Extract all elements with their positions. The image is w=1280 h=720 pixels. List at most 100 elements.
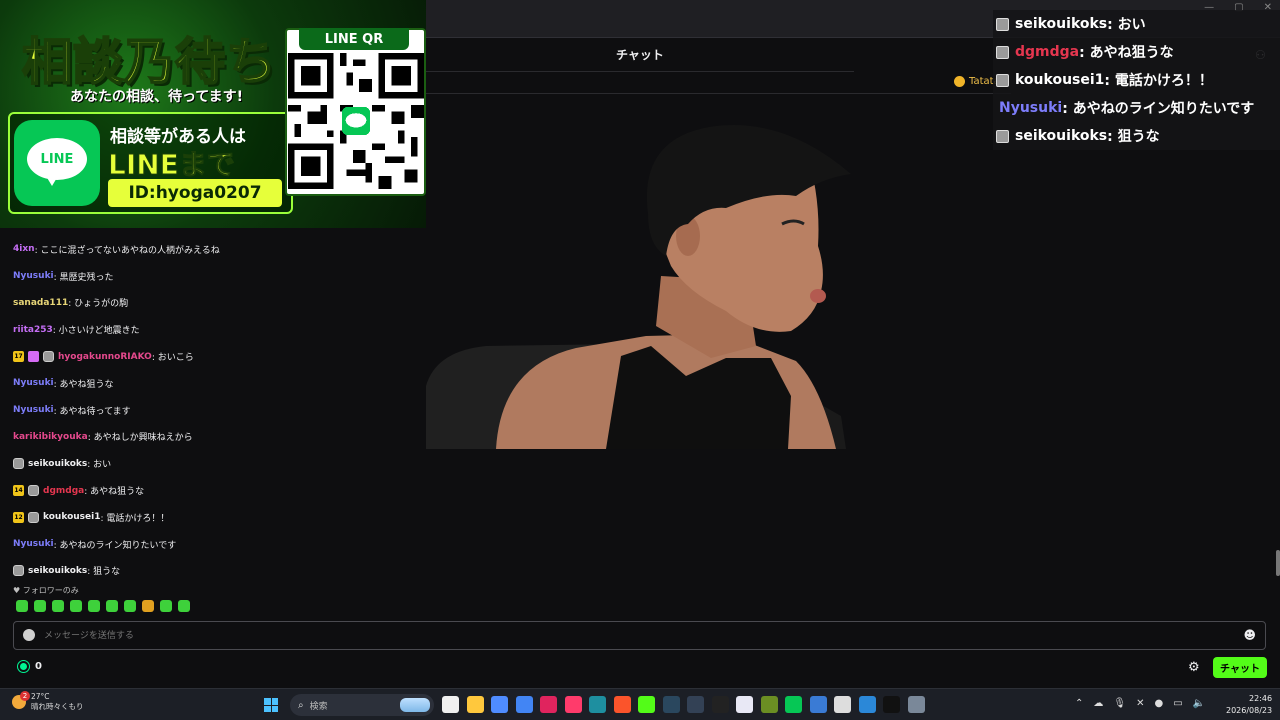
taskbar-app-icon[interactable] xyxy=(613,696,631,713)
emote-icon[interactable] xyxy=(106,600,118,612)
stream-chat-overlay: seikouikoks : おい dgmdga : あやね狙うな koukousei… xyxy=(993,10,1280,150)
promo-subtitle: あなたの相談、待ってます! xyxy=(70,89,243,105)
taskbar-app-icon[interactable] xyxy=(442,696,459,713)
taskbar-app-icon[interactable] xyxy=(540,696,557,713)
chat-username[interactable]: 4ixn xyxy=(13,244,35,254)
chat-message: 12 koukousei1: 電話かけろ！！ xyxy=(13,504,423,531)
chat-text: : おい xyxy=(87,460,112,471)
weather-icon: 2 xyxy=(12,691,30,709)
chat-username[interactable]: dgmdga xyxy=(43,486,84,496)
channel-points[interactable]: 0 xyxy=(18,661,42,672)
taskbar-app-icon[interactable] xyxy=(809,696,827,713)
cloud-icon[interactable]: ☁ xyxy=(1093,698,1103,709)
chat-message: karikibikyouka: あやねしか興味ねえから xyxy=(13,424,423,451)
chat-text: : あやね待ってます xyxy=(53,406,131,417)
overlay-username: seikouikoks xyxy=(1015,128,1108,144)
subscriber-badge-icon: 17 xyxy=(13,351,24,363)
chat-message: Nyusuki: 黒歴史残った xyxy=(13,263,423,290)
promo-line2: LINEまで xyxy=(108,148,236,182)
avatar-badge-icon xyxy=(996,129,1009,143)
taskbar-app-icon[interactable] xyxy=(466,696,484,713)
taskbar-app-icon[interactable] xyxy=(858,696,876,713)
taskbar-search[interactable]: ⌕ 検索 xyxy=(290,694,434,716)
app-tray-icon[interactable]: ● xyxy=(1154,698,1163,709)
overlay-text: : おい xyxy=(1107,17,1146,33)
chat-username[interactable]: seikouikoks xyxy=(28,459,87,469)
system-tray: ⌃ ☁ 🎙 ✕ ● ▭ 🔈 xyxy=(1075,698,1205,709)
message-input[interactable] xyxy=(44,628,1224,644)
taskbar-app-icon[interactable] xyxy=(564,696,582,713)
taskbar-app-icon[interactable] xyxy=(662,696,680,713)
gift-badge-icon xyxy=(28,351,39,363)
emoji-icon[interactable]: ☻ xyxy=(1243,628,1256,642)
chat-username[interactable]: riita253 xyxy=(13,325,53,335)
notification-badge: 2 xyxy=(20,691,30,701)
chat-username[interactable]: koukousei1 xyxy=(43,512,100,522)
overlay-chat-message: seikouikoks : おい xyxy=(996,10,1146,38)
taskbar-app-icon[interactable] xyxy=(907,696,925,713)
chat-username[interactable]: karikibikyouka xyxy=(13,432,88,442)
network-icon[interactable]: ▭ xyxy=(1173,698,1182,709)
gear-icon[interactable]: ⚙ xyxy=(1188,660,1200,675)
emote-icon[interactable] xyxy=(142,600,154,612)
taskbar-app-icon[interactable] xyxy=(589,696,606,713)
chat-username[interactable]: seikouikoks xyxy=(28,566,87,576)
emote-icon[interactable] xyxy=(160,600,172,612)
chat-text: : ここに混ざってないあやねの人柄がみえるね xyxy=(34,245,220,256)
chat-username[interactable]: Nyusuki xyxy=(13,378,54,388)
qr-label: LINE QR xyxy=(299,28,409,50)
avatar-badge-icon xyxy=(13,565,24,577)
clock-date: 2026/08/23 xyxy=(1226,706,1273,715)
taskbar-app-icon[interactable] xyxy=(760,696,778,713)
emote-icon[interactable] xyxy=(52,600,64,612)
message-input-box[interactable]: ☻ xyxy=(13,621,1266,650)
overlay-chat-message: dgmdga : あやね狙うな xyxy=(996,38,1174,66)
taskbar-app-icon[interactable] xyxy=(515,696,533,713)
points-value: 0 xyxy=(35,661,42,672)
promo-id: ID:hyoga0207 xyxy=(108,179,282,207)
chat-username[interactable]: hyogakunnoRIAKO xyxy=(58,352,152,362)
mic-icon[interactable]: 🎙 xyxy=(1113,698,1126,709)
weather-text: 27°C 晴れ時々くもり xyxy=(31,692,84,712)
avatar-badge-icon xyxy=(996,73,1009,87)
emote-icon[interactable] xyxy=(178,600,190,612)
emote-icon[interactable] xyxy=(34,600,46,612)
send-chat-button[interactable]: チャット xyxy=(1213,657,1267,678)
taskbar-app-icon[interactable] xyxy=(711,696,729,713)
qr-code-icon xyxy=(288,53,424,189)
volume-icon[interactable]: 🔈 xyxy=(1193,698,1205,709)
chat-message: Nyusuki: あやね狙うな xyxy=(13,370,423,397)
x-icon[interactable]: ✕ xyxy=(1136,698,1144,709)
clock[interactable]: 22:46 2026/08/23 xyxy=(1226,693,1272,717)
chat-message: Nyusuki: あやねのライン知りたいです xyxy=(13,531,423,558)
chat-message: sanada111: ひょうがの駒 xyxy=(13,290,423,317)
coin-icon xyxy=(954,76,965,87)
chat-username[interactable]: Nyusuki xyxy=(13,405,54,415)
search-label: 検索 xyxy=(309,701,328,712)
emote-icon[interactable] xyxy=(16,600,28,612)
emote-icon[interactable] xyxy=(124,600,136,612)
taskbar-app-icon[interactable] xyxy=(736,696,753,713)
taskbar-app-icon[interactable] xyxy=(491,696,508,713)
windows-start-icon[interactable] xyxy=(264,698,278,712)
chat-username[interactable]: Nyusuki xyxy=(13,271,54,281)
emote-bar xyxy=(16,600,190,612)
shield-icon xyxy=(23,629,35,641)
chat-message: seikouikoks: 狙うな xyxy=(13,558,423,585)
scrollbar[interactable] xyxy=(1276,550,1280,576)
chat-text: : 黒歴史残った xyxy=(53,272,114,283)
weather-widget[interactable]: 2 27°C 晴れ時々くもり xyxy=(12,691,84,712)
chevron-up-icon[interactable]: ⌃ xyxy=(1075,698,1083,709)
emote-icon[interactable] xyxy=(88,600,100,612)
taskbar-app-icon[interactable] xyxy=(687,696,704,713)
taskbar-app-icon[interactable] xyxy=(638,696,655,713)
chat-username[interactable]: sanada111 xyxy=(13,298,68,308)
clock-time: 22:46 xyxy=(1249,694,1273,703)
emote-icon[interactable] xyxy=(70,600,82,612)
search-icon: ⌕ xyxy=(298,699,304,711)
taskbar-app-icon[interactable] xyxy=(834,696,851,713)
taskbar-app-icon[interactable] xyxy=(883,696,900,713)
overlay-text: : 狙うな xyxy=(1107,129,1160,145)
taskbar-app-icon[interactable] xyxy=(785,696,802,713)
chat-username[interactable]: Nyusuki xyxy=(13,539,54,549)
